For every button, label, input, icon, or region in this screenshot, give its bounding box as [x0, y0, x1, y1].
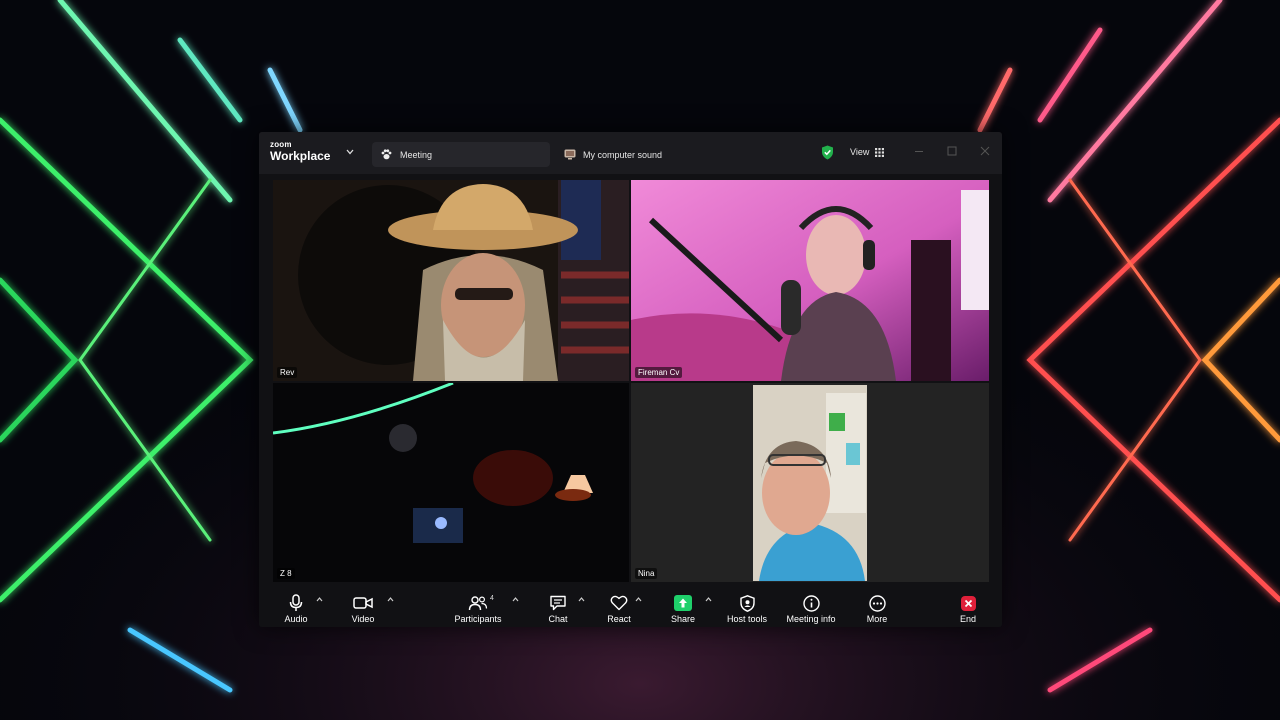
more-options-icon — [862, 593, 892, 613]
zoom-meeting-window: zoom Workplace Meeting My computer sound… — [259, 132, 1002, 627]
video-feed-z8 — [273, 383, 629, 582]
video-button[interactable]: Video — [348, 593, 378, 624]
audio-options-caret-icon[interactable] — [316, 597, 323, 602]
tab-sound-label: My computer sound — [583, 149, 663, 160]
tab-meeting-label: Meeting — [400, 149, 433, 160]
participant-name-nina: Nina — [635, 568, 658, 579]
participants-button[interactable]: Participants — [452, 593, 504, 624]
video-feed-fireman-cv — [631, 180, 989, 381]
host-tools-button[interactable]: Host tools — [725, 593, 769, 624]
video-tile-z8[interactable]: Z 8 — [273, 383, 629, 582]
react-label: React — [607, 614, 631, 624]
meeting-info-button[interactable]: Meeting info — [785, 593, 837, 624]
end-meeting-button[interactable]: End — [953, 593, 983, 624]
participants-label: Participants — [454, 614, 502, 624]
video-feed-nina — [631, 383, 989, 582]
audio-label: Audio — [284, 614, 308, 624]
more-button[interactable]: More — [862, 593, 892, 624]
react-options-caret-icon[interactable] — [635, 597, 642, 602]
share-screen-icon — [668, 593, 698, 613]
video-tile-fireman-cv[interactable]: Fireman Cv — [631, 180, 989, 381]
view-button[interactable]: View — [850, 147, 885, 157]
share-button[interactable]: Share — [668, 593, 698, 624]
view-label: View — [850, 147, 870, 157]
maximize-icon[interactable] — [947, 146, 957, 156]
participant-name-fireman-cv: Fireman Cv — [635, 367, 683, 378]
video-tile-nina[interactable]: Nina — [631, 383, 989, 582]
brand-small: zoom — [270, 140, 292, 149]
video-camera-icon — [348, 593, 378, 613]
grid-icon — [875, 147, 885, 157]
participants-options-caret-icon[interactable] — [512, 597, 519, 602]
tab-meeting[interactable]: Meeting — [372, 142, 550, 167]
computer-sound-icon — [564, 149, 576, 160]
brand-name: Workplace — [270, 149, 331, 163]
chat-label: Chat — [548, 614, 568, 624]
title-bar: zoom Workplace Meeting My computer sound… — [259, 132, 1002, 174]
video-options-caret-icon[interactable] — [387, 597, 394, 602]
meeting-info-label: Meeting info — [786, 614, 836, 624]
end-call-icon — [953, 593, 983, 613]
host-tools-label: Host tools — [726, 614, 768, 624]
video-tile-rev[interactable]: Rev — [273, 180, 629, 381]
shield-check-icon[interactable] — [821, 145, 834, 160]
info-icon — [785, 593, 837, 613]
more-label: More — [866, 614, 888, 624]
host-shield-icon — [725, 593, 769, 613]
microphone-icon — [281, 593, 311, 613]
chat-bubble-icon — [543, 593, 573, 613]
video-grid: Rev Fireman Cv Z 8 Nina — [273, 180, 989, 582]
participant-count-badge: 4 — [490, 595, 494, 602]
video-label: Video — [351, 614, 375, 624]
chat-button[interactable]: Chat — [543, 593, 573, 624]
participant-name-rev: Rev — [277, 367, 298, 378]
close-icon[interactable] — [980, 146, 990, 156]
participants-icon — [452, 593, 504, 613]
share-options-caret-icon[interactable] — [705, 597, 712, 602]
zoom-workplace-logo[interactable]: zoom Workplace — [270, 140, 331, 163]
share-label: Share — [670, 614, 696, 624]
end-label: End — [959, 614, 976, 624]
chat-options-caret-icon[interactable] — [578, 597, 585, 602]
participant-name-z8: Z 8 — [277, 568, 295, 579]
meeting-toolbar: Audio Video Participants 4 Chat React Sh… — [259, 588, 1002, 627]
paw-icon — [381, 149, 392, 160]
heart-icon — [604, 593, 634, 613]
minimize-icon[interactable] — [914, 146, 924, 156]
react-button[interactable]: React — [604, 593, 634, 624]
video-feed-rev — [273, 180, 629, 381]
tab-my-computer-sound[interactable]: My computer sound — [564, 142, 662, 167]
audio-button[interactable]: Audio — [281, 593, 311, 624]
chevron-down-icon[interactable] — [346, 149, 354, 155]
